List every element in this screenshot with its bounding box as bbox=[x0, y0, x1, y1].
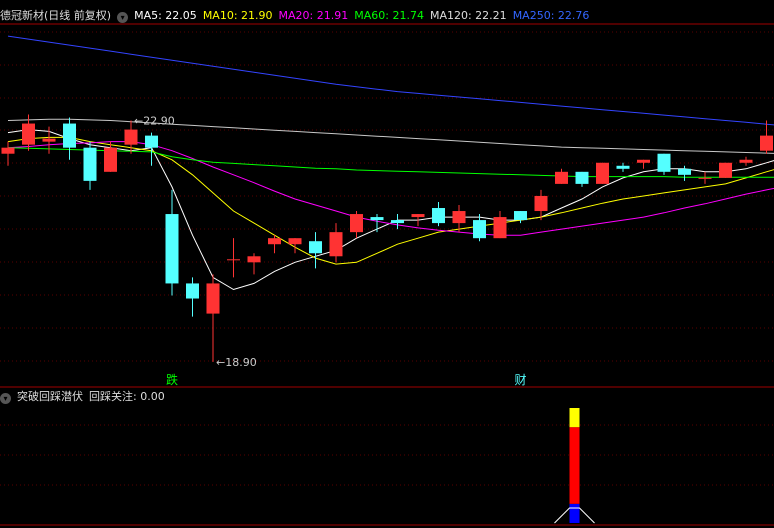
ma120-line bbox=[7, 118, 774, 154]
candle-body bbox=[22, 123, 35, 145]
candle-body bbox=[534, 195, 548, 212]
candle-body bbox=[206, 283, 220, 314]
candle-body bbox=[165, 214, 179, 284]
kline-chart: 德冠新材(日线 前复权) ▾ MA5: 22.05 MA10: 21.90 MA20: … bbox=[0, 0, 774, 528]
candle-body bbox=[104, 147, 117, 172]
candle-body bbox=[555, 171, 568, 184]
chart-canvas: ←22.90 ←18.90 跌 财 bbox=[0, 23, 774, 526]
candle-body bbox=[411, 214, 425, 218]
candle-body bbox=[596, 162, 609, 184]
candle-body bbox=[83, 147, 97, 181]
event-marker: 跌 bbox=[166, 372, 178, 387]
candle-body bbox=[739, 159, 753, 163]
candle-body bbox=[227, 259, 240, 261]
candle-body bbox=[698, 177, 712, 179]
candle-body bbox=[760, 135, 773, 151]
candle-body bbox=[432, 208, 445, 224]
price-annotation: ←22.90 bbox=[134, 115, 175, 128]
signal-bar bbox=[569, 408, 580, 428]
event-marker: 财 bbox=[515, 373, 527, 387]
candle-body bbox=[309, 241, 322, 254]
candle-body bbox=[452, 211, 466, 224]
candle-body bbox=[124, 129, 138, 145]
price-annotation: ←18.90 bbox=[216, 356, 257, 369]
candle-body bbox=[288, 238, 302, 245]
candle-body bbox=[186, 283, 199, 299]
ma250-line bbox=[7, 35, 774, 126]
candle-body bbox=[575, 171, 589, 184]
signal-bar bbox=[569, 503, 580, 523]
candle-body bbox=[247, 256, 261, 263]
candle-body bbox=[514, 211, 527, 221]
candle-body bbox=[657, 153, 671, 172]
candle-body bbox=[678, 168, 691, 175]
candle-body bbox=[719, 162, 732, 178]
candle-body bbox=[370, 217, 384, 221]
candle-body bbox=[329, 232, 343, 257]
candle-body bbox=[493, 217, 507, 239]
candle-body bbox=[616, 165, 630, 169]
signal-bar bbox=[569, 427, 580, 504]
candle-body bbox=[391, 220, 404, 224]
candle-body bbox=[350, 214, 363, 233]
candle-body bbox=[268, 238, 281, 245]
candle-body bbox=[473, 220, 486, 239]
candle-body bbox=[145, 135, 158, 148]
candle-body bbox=[63, 123, 76, 148]
candle-body bbox=[1, 147, 15, 154]
candle-body bbox=[637, 159, 650, 163]
candle-body bbox=[42, 138, 56, 142]
ma5-line bbox=[7, 129, 774, 291]
